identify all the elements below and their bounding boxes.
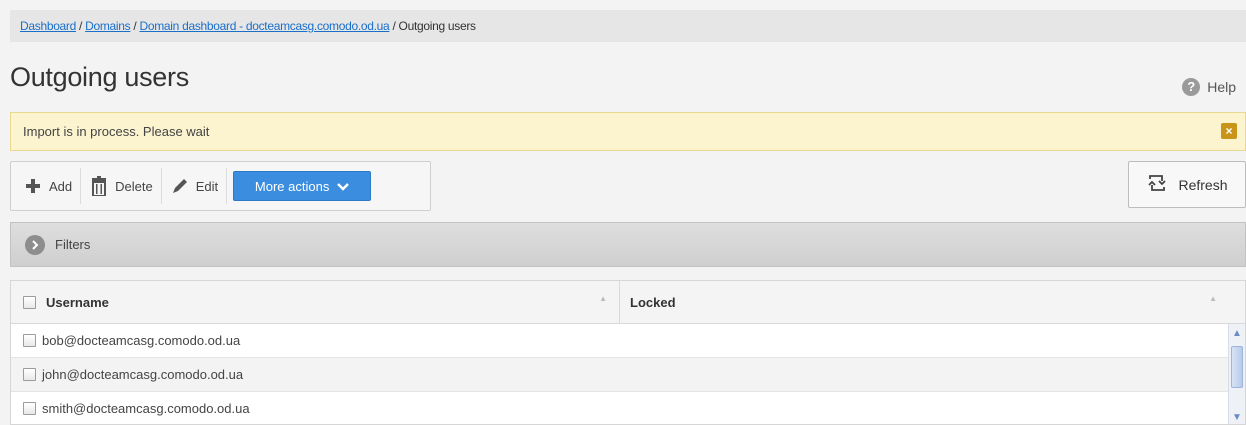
breadcrumb: Dashboard / Domains / Domain dashboard -… [10,10,1246,42]
sort-arrow-icon: ▲ [1209,294,1217,303]
username-text: bob@docteamcasg.comodo.od.ua [42,333,241,348]
page-title: Outgoing users [10,62,189,92]
cell-locked [620,392,1245,424]
sort-arrow-icon: ▲ [599,294,607,303]
delete-button[interactable]: Delete [81,168,162,204]
table-row[interactable]: bob@docteamcasg.comodo.od.ua [11,324,1245,358]
refresh-button[interactable]: Refresh [1128,161,1246,208]
column-header-locked[interactable]: Locked ▲ [620,281,1245,323]
scroll-down-icon[interactable]: ▼ [1231,412,1243,424]
refresh-icon [1146,173,1168,196]
refresh-label: Refresh [1178,176,1228,193]
select-all-checkbox[interactable] [23,295,36,309]
breadcrumb-link-domains[interactable]: Domains [85,19,131,33]
row-checkbox[interactable] [23,368,36,381]
add-label: Add [49,178,73,194]
chevron-down-icon [337,179,350,194]
add-button[interactable]: Add [15,168,82,204]
column-label-username: Username [46,294,109,310]
breadcrumb-current: Outgoing users [398,19,476,33]
scroll-up-icon[interactable]: ▲ [1231,328,1243,340]
delete-label: Delete [115,178,153,194]
scroll-thumb[interactable] [1231,346,1243,388]
edit-button[interactable]: Edit [162,168,228,204]
cell-locked [620,324,1245,357]
breadcrumb-link-dashboard[interactable]: Dashboard [20,19,76,33]
help-link[interactable]: ? Help [1182,78,1236,96]
filters-panel-toggle[interactable]: Filters [10,222,1246,267]
breadcrumb-separator: / [389,19,399,33]
table-row[interactable]: smith@docteamcasg.comodo.od.ua [11,392,1245,424]
username-text: smith@docteamcasg.comodo.od.ua [42,401,250,416]
trash-icon [89,176,109,196]
column-header-username[interactable]: Username ▲ [11,281,620,323]
cell-username: john@docteamcasg.comodo.od.ua [11,358,620,391]
chevron-right-circle-icon [25,234,45,255]
breadcrumb-separator: / [76,19,86,33]
cell-username: bob@docteamcasg.comodo.od.ua [11,324,620,357]
filters-label: Filters [55,237,91,252]
column-label-locked: Locked [630,294,676,310]
more-actions-label: More actions [254,178,330,194]
username-text: john@docteamcasg.comodo.od.ua [42,367,244,382]
question-circle-icon: ? [1182,78,1201,96]
breadcrumb-link-domain-dashboard[interactable]: Domain dashboard - docteamcasg.comodo.od… [139,19,389,33]
pencil-icon [170,176,190,196]
grid-header: Username ▲ Locked ▲ [11,281,1245,324]
edit-label: Edit [195,178,219,194]
plus-icon [23,176,43,196]
row-checkbox[interactable] [23,334,36,347]
close-icon[interactable]: × [1221,123,1237,139]
cell-locked [620,358,1245,391]
cell-username: smith@docteamcasg.comodo.od.ua [11,392,620,424]
users-grid: Username ▲ Locked ▲ bob@docteamcasg.como… [10,280,1246,425]
table-row[interactable]: john@docteamcasg.comodo.od.ua [11,358,1245,392]
vertical-scrollbar[interactable]: ▲ ▼ [1228,324,1245,424]
more-actions-button[interactable]: More actions [233,171,372,201]
alert-message: Import is in process. Please wait [23,124,210,139]
help-label: Help [1207,79,1236,95]
import-status-alert: Import is in process. Please wait × [10,112,1246,151]
action-toolbar: Add Delete Edit More actions [10,161,431,211]
row-checkbox[interactable] [23,402,36,415]
